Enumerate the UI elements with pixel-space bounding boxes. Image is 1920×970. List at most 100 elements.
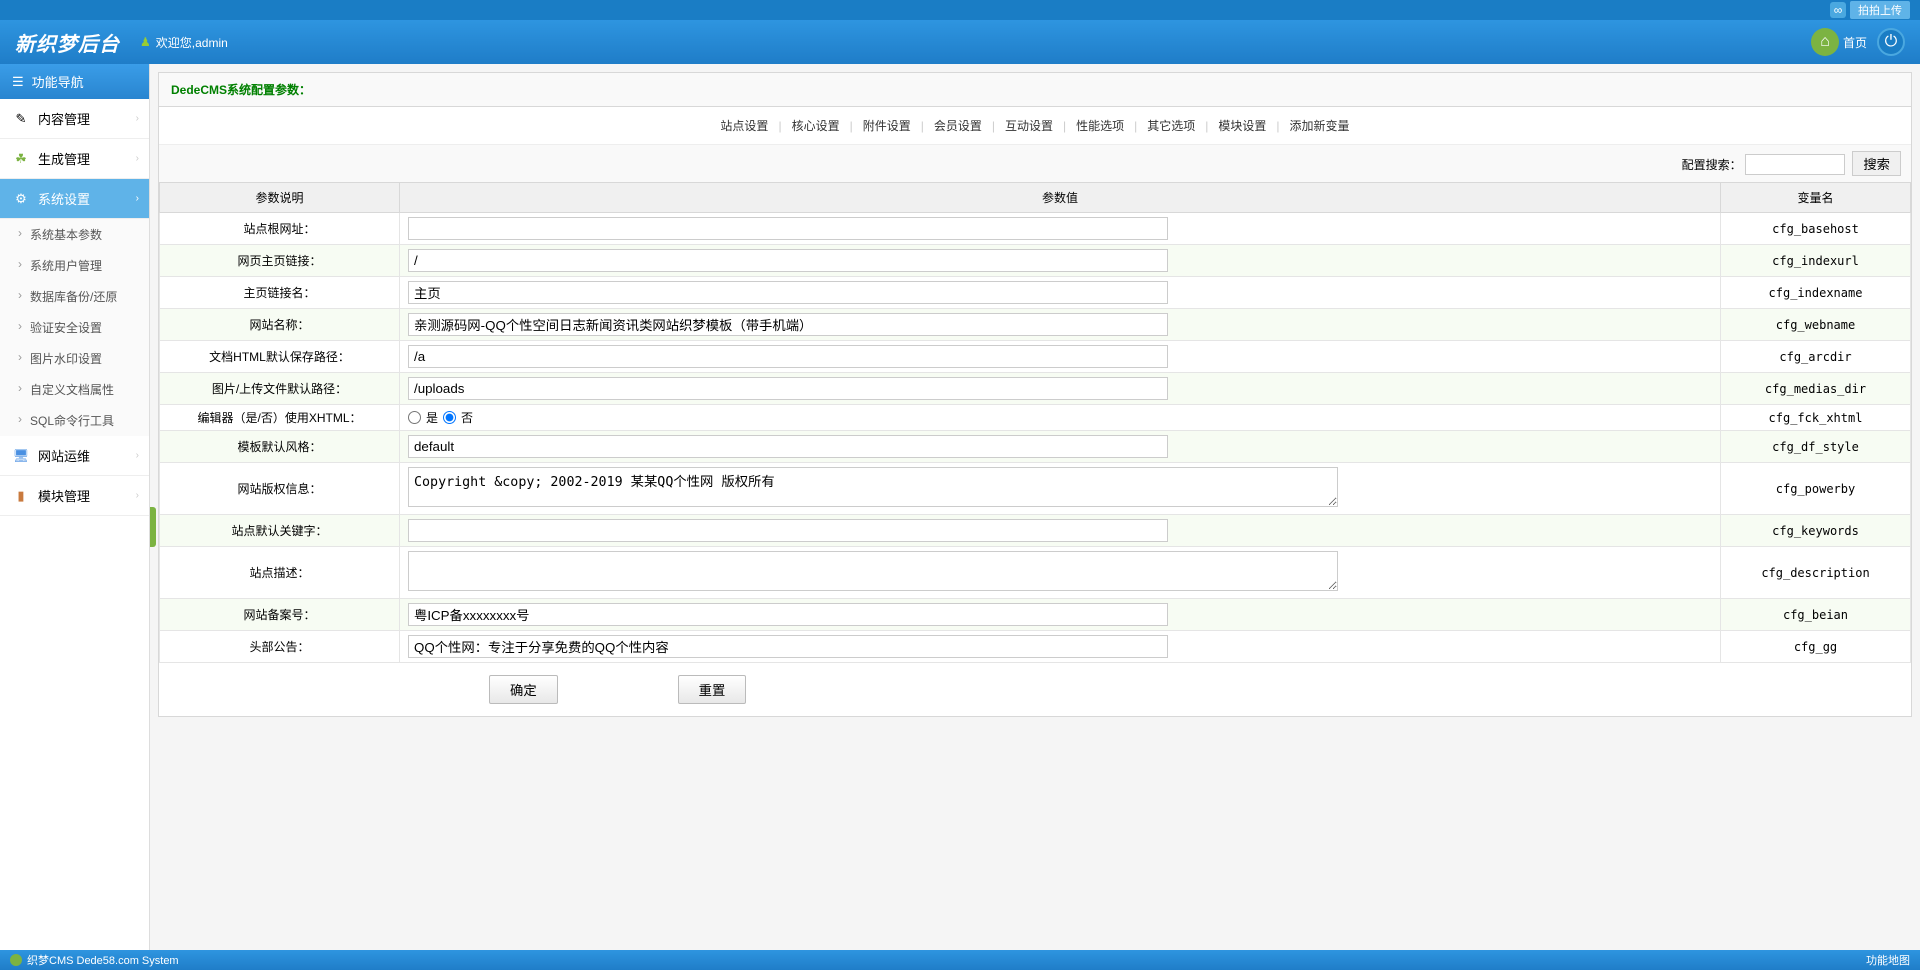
col-desc: 参数说明 [160,183,400,213]
param-desc: 文档HTML默认保存路径： [160,341,400,373]
config-tab[interactable]: 站点设置 [712,119,776,133]
chevron-right-icon: › [136,490,139,501]
param-textarea[interactable] [408,551,1338,591]
col-var: 变量名 [1721,183,1911,213]
param-desc: 头部公告： [160,631,400,663]
search-input[interactable] [1745,154,1845,175]
config-row: 网页主页链接：cfg_indexurl [160,245,1911,277]
radio-no[interactable] [443,411,456,424]
nav-header-label: 功能导航 [32,72,84,91]
param-var: cfg_df_style [1721,431,1911,463]
param-text-input[interactable] [408,281,1168,304]
sub-nav-item[interactable]: 系统用户管理 [0,250,149,281]
param-desc: 网站版权信息： [160,463,400,515]
config-row: 网站名称：cfg_webname [160,309,1911,341]
param-value-cell [400,515,1721,547]
home-label: 首页 [1843,34,1867,51]
config-tab[interactable]: 模块设置 [1210,119,1274,133]
config-tab[interactable]: 附件设置 [855,119,919,133]
param-textarea[interactable] [408,467,1338,507]
tree-icon: ☘ [12,150,30,168]
chevron-right-icon: › [136,193,139,204]
config-row: 站点描述：cfg_description [160,547,1911,599]
param-var: cfg_webname [1721,309,1911,341]
sub-nav-item[interactable]: 数据库备份/还原 [0,281,149,312]
search-button[interactable] [1852,151,1901,176]
sidebar: ☰ 功能导航 ✎ 内容管理 › ☘ 生成管理 › ⚙ 系统设置 › 系统基本参数… [0,64,150,950]
config-tab[interactable]: 会员设置 [926,119,990,133]
nav-label: 生成管理 [38,149,90,168]
param-text-input[interactable] [408,603,1168,626]
param-value-cell [400,373,1721,405]
user-icon: ♟ [140,35,151,49]
param-desc: 编辑器（是/否）使用XHTML： [160,405,400,431]
sidebar-drag-handle[interactable] [150,507,156,547]
power-button[interactable]: ⏻ [1877,28,1905,56]
chevron-right-icon: › [136,450,139,461]
logo: 新织梦后台 [15,28,120,57]
config-panel: DedeCMS系统配置参数： 站点设置|核心设置|附件设置|会员设置|互动设置|… [158,72,1912,717]
menu-icon: ☰ [12,74,24,90]
nav-module-mgmt[interactable]: ▮ 模块管理 › [0,476,149,516]
nav-site-ops[interactable]: 🖥 网站运维 › [0,436,149,476]
config-tab[interactable]: 核心设置 [784,119,848,133]
nav-label: 模块管理 [38,486,90,505]
nav-system-settings[interactable]: ⚙ 系统设置 › [0,179,149,219]
config-tab[interactable]: 互动设置 [997,119,1061,133]
param-desc: 模板默认风格： [160,431,400,463]
home-button[interactable]: ⌂ 首页 [1811,28,1867,56]
sub-nav-item[interactable]: 自定义文档属性 [0,374,149,405]
param-value-cell [400,631,1721,663]
param-var: cfg_powerby [1721,463,1911,515]
nav-label: 系统设置 [38,189,90,208]
footer-right-link[interactable]: 功能地图 [1866,952,1910,968]
config-tabs: 站点设置|核心设置|附件设置|会员设置|互动设置|性能选项|其它选项|模块设置|… [159,107,1911,145]
power-icon: ⏻ [1877,28,1905,56]
col-value: 参数值 [400,183,1721,213]
search-label: 配置搜索： [1682,158,1742,172]
param-desc: 主页链接名： [160,277,400,309]
nav-generate-mgmt[interactable]: ☘ 生成管理 › [0,139,149,179]
config-row: 网站版权信息： cfg_powerby [160,463,1911,515]
param-value-cell [400,547,1721,599]
sub-nav-item[interactable]: 验证安全设置 [0,312,149,343]
param-text-input[interactable] [408,345,1168,368]
sub-nav-item[interactable]: SQL命令行工具 [0,405,149,436]
footer: 织梦CMS Dede58.com System 功能地图 [0,950,1920,970]
chevron-right-icon: › [136,153,139,164]
param-var: cfg_fck_xhtml [1721,405,1911,431]
nav-content-mgmt[interactable]: ✎ 内容管理 › [0,99,149,139]
config-tab[interactable]: 性能选项 [1068,119,1132,133]
param-text-input[interactable] [408,249,1168,272]
param-text-input[interactable] [408,313,1168,336]
confirm-button[interactable] [489,675,558,704]
welcome-text: ♟ 欢迎您,admin [140,34,228,51]
config-search-bar: 配置搜索： [159,145,1911,182]
header: 新织梦后台 ♟ 欢迎您,admin ⌂ 首页 ⏻ [0,20,1920,64]
config-row: 主页链接名：cfg_indexname [160,277,1911,309]
home-icon: ⌂ [1811,28,1839,56]
param-text-input[interactable] [408,519,1168,542]
param-text-input[interactable] [408,435,1168,458]
sub-nav-item[interactable]: 系统基本参数 [0,219,149,250]
param-var: cfg_beian [1721,599,1911,631]
config-tab[interactable]: 其它选项 [1139,119,1203,133]
config-row: 图片/上传文件默认路径：cfg_medias_dir [160,373,1911,405]
param-value-cell [400,341,1721,373]
config-tab[interactable]: 添加新变量 [1282,119,1358,133]
panel-title: DedeCMS系统配置参数： [159,73,1911,107]
reset-button[interactable] [678,675,747,704]
config-row: 站点默认关键字：cfg_keywords [160,515,1911,547]
radio-yes[interactable] [408,411,421,424]
param-var: cfg_medias_dir [1721,373,1911,405]
param-text-input[interactable] [408,635,1168,658]
param-text-input[interactable] [408,217,1168,240]
gear-icon: ⚙ [12,190,30,208]
upload-button[interactable]: 拍拍上传 [1850,1,1910,19]
config-row: 头部公告：cfg_gg [160,631,1911,663]
param-text-input[interactable] [408,377,1168,400]
share-icon[interactable]: ∞ [1830,2,1846,18]
sub-nav-item[interactable]: 图片水印设置 [0,343,149,374]
param-desc: 网页主页链接： [160,245,400,277]
config-table: 参数说明 参数值 变量名 站点根网址：cfg_basehost网页主页链接：cf… [159,182,1911,663]
